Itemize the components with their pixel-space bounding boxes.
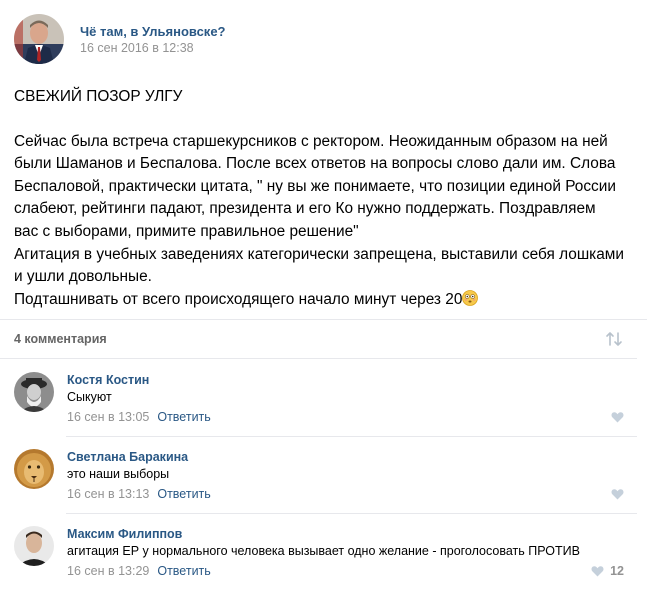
post-text-last-line: Подташнивать от всего происходящего нача… [14,289,629,312]
heart-icon [611,412,624,423]
post-header: Чё там, в Ульяновске? 16 сен 2016 в 12:3… [14,14,614,64]
comment-author[interactable]: Светлана Баракина [67,450,188,464]
comment-item: Костя Костин Сыкуют 16 сен в 13:05 Ответи… [14,372,634,442]
post-text-line: СВЕЖИЙ ПОЗОР УЛГУ [14,88,183,105]
post-text-blank-line [14,109,629,131]
post-text-line: слабеют, рейтинги падают, президента и е… [14,200,596,218]
comment-text: агитация ЕР у нормального человека вызыв… [67,544,580,558]
comment-divider [66,513,637,514]
post-date[interactable]: 16 сен 2016 в 12:38 [80,41,194,55]
post-text-line: Сейчас была встреча старшекурсников с ре… [14,132,608,150]
comment-text: Сыкуют [67,390,112,404]
commenter-avatar[interactable] [14,526,54,566]
post-text: СВЕЖИЙ ПОЗОР УЛГУ Сейчас была встреча ст… [14,86,629,311]
flushed-face-emoji-icon [462,289,479,306]
post-text-line: Агитация в учебных заведениях категориче… [14,245,624,263]
post-author[interactable]: Чё там, в Ульяновске? [80,24,226,39]
post-text-line: и ушли довольные. [14,268,152,286]
comments-count: 4 комментария [14,332,107,346]
post-text-line: вас с выборами, примите правильное решен… [14,222,359,240]
commenter-avatar[interactable] [14,449,54,489]
comment-date[interactable]: 16 сен в 13:05 [67,410,149,424]
like-button[interactable] [611,410,624,424]
heart-icon [591,566,604,577]
comment-item: Максим Филиппов агитация ЕР у нормальног… [14,526,634,596]
comments-header: 4 комментария [0,320,637,358]
like-count: 12 [610,564,624,578]
like-button[interactable] [611,487,624,501]
group-avatar[interactable] [14,14,64,64]
comment-date[interactable]: 16 сен в 13:29 [67,564,149,578]
comment-text: это наши выборы [67,467,170,481]
commenter-avatar[interactable] [14,372,54,412]
post-text-line: Беспаловой, практически цитата, " ну вы … [14,177,616,195]
post-text-line: были Шаманов и Беспалова. После всех отв… [14,155,616,173]
heart-icon [611,489,624,500]
comment-item: Светлана Баракина это наши выборы 16 сен… [14,449,634,519]
comment-author[interactable]: Костя Костин [67,373,149,387]
sort-arrows-icon[interactable] [605,331,623,347]
comment-meta: 16 сен в 13:13 Ответить [67,487,211,501]
comment-divider [66,436,637,437]
comment-date[interactable]: 16 сен в 13:13 [67,487,149,501]
reply-button[interactable]: Ответить [157,487,210,501]
comment-meta: 16 сен в 13:29 Ответить [67,564,211,578]
post-text-line: Подташнивать от всего происходящего нача… [14,290,463,308]
comments-header-divider [0,358,637,359]
like-button[interactable]: 12 [591,564,624,578]
comment-author[interactable]: Максим Филиппов [67,527,182,541]
reply-button[interactable]: Ответить [157,564,210,578]
comment-meta: 16 сен в 13:05 Ответить [67,410,211,424]
reply-button[interactable]: Ответить [157,410,210,424]
